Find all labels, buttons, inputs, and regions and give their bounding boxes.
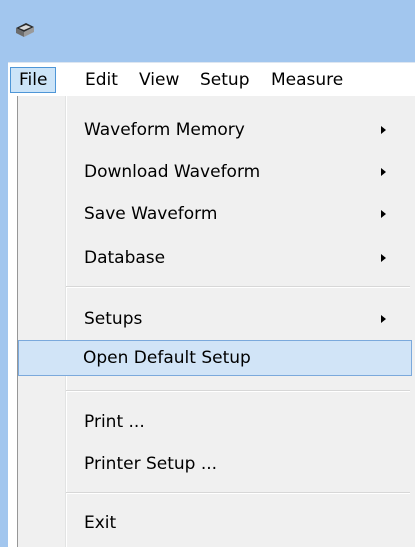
menu-item-label: Database <box>84 248 166 268</box>
menu-item-open-default-setup[interactable]: Open Default Setup <box>18 340 412 376</box>
menu-item-label: Print ... <box>84 412 145 432</box>
menu-bar: File Edit View Setup Measure <box>8 62 415 97</box>
menu-item-exit[interactable]: Exit <box>20 506 412 540</box>
menu-item-label: Open Default Setup <box>83 348 251 368</box>
chevron-right-icon <box>381 168 386 176</box>
window-background <box>8 96 17 547</box>
menu-separator <box>66 492 410 494</box>
menu-item-print[interactable]: Print ... <box>20 405 412 439</box>
chevron-right-icon <box>381 126 386 134</box>
menu-item-printer-setup[interactable]: Printer Setup ... <box>20 447 412 481</box>
menu-item-label: Printer Setup ... <box>84 454 218 474</box>
menu-item-label: Waveform Memory <box>84 120 245 140</box>
menu-edit[interactable]: Edit <box>77 67 126 93</box>
chevron-right-icon <box>381 315 386 323</box>
menu-separator <box>66 390 410 392</box>
chevron-right-icon <box>381 254 386 262</box>
menu-item-download-waveform[interactable]: Download Waveform <box>20 155 412 189</box>
window-left-edge <box>0 96 8 547</box>
menu-setup[interactable]: Setup <box>192 67 257 93</box>
menu-item-label: Save Waveform <box>84 204 218 224</box>
menu-item-setups[interactable]: Setups <box>20 302 412 336</box>
menu-item-label: Setups <box>84 309 143 329</box>
title-bar <box>0 0 415 62</box>
menu-item-waveform-memory[interactable]: Waveform Memory <box>20 113 412 147</box>
menu-item-database[interactable]: Database <box>20 241 412 275</box>
menu-separator <box>66 286 410 288</box>
menu-file[interactable]: File <box>10 67 57 93</box>
oscilloscope-app-icon[interactable] <box>14 20 36 40</box>
file-menu-dropdown: Waveform Memory Download Waveform Save W… <box>17 96 415 547</box>
chevron-right-icon <box>381 210 386 218</box>
menu-measure[interactable]: Measure <box>263 67 351 93</box>
menu-view[interactable]: View <box>131 67 187 93</box>
menu-item-label: Exit <box>84 513 117 533</box>
menu-item-label: Download Waveform <box>84 162 261 182</box>
menu-item-save-waveform[interactable]: Save Waveform <box>20 197 412 231</box>
